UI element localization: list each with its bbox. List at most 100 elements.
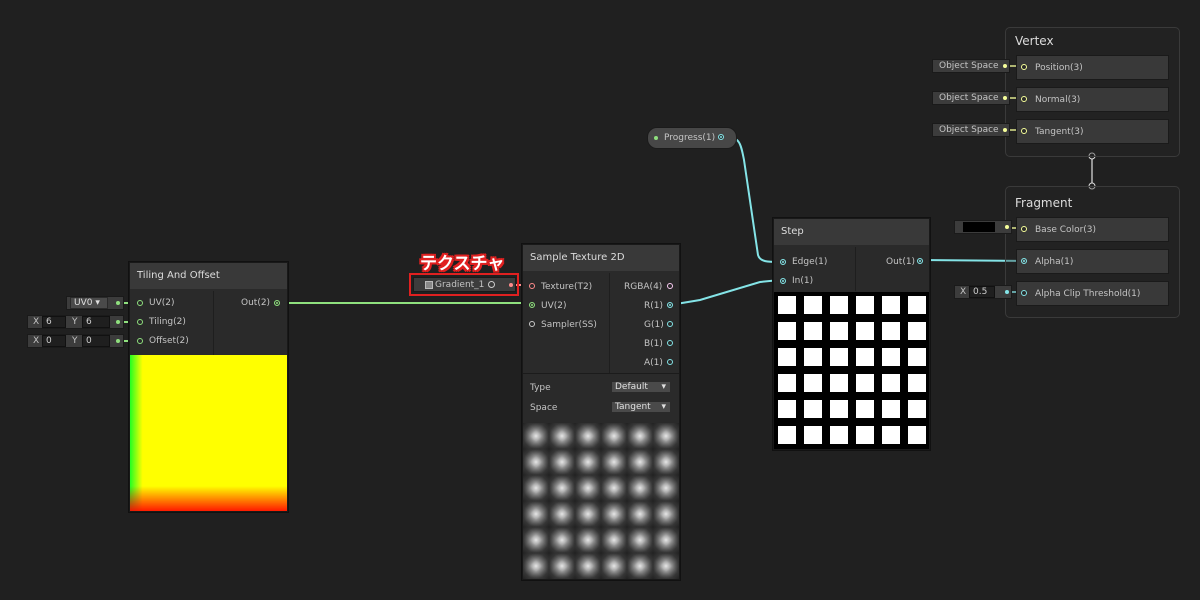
sample-g-port[interactable]	[667, 321, 673, 327]
vertex-normal-block[interactable]: Normal(3)	[1016, 87, 1169, 112]
sample-rgba-port[interactable]	[667, 283, 673, 289]
step-node-title: Step	[774, 219, 929, 245]
alphaclip-inline-dot	[1005, 290, 1009, 294]
tangent-inline-dot	[1003, 128, 1007, 132]
step-edge-label: Edge(1)	[792, 257, 828, 267]
progress-label: Progress(1)	[664, 133, 716, 143]
basecolor-swatch[interactable]	[963, 222, 995, 232]
progress-output-port[interactable]	[718, 134, 724, 140]
texture-field-value[interactable]: Gradient_1	[435, 280, 484, 290]
position-label: Position(3)	[1035, 63, 1083, 73]
step-in-port[interactable]	[780, 278, 786, 284]
sample-texture-2d-node[interactable]: Sample Texture 2D Texture(T2) UV(2) Samp…	[522, 244, 680, 580]
tiling-out-port[interactable]	[274, 300, 280, 306]
wire-r-to-in[interactable]	[669, 279, 781, 306]
sample-settings-divider	[523, 373, 679, 374]
vertex-tangent-block[interactable]: Tangent(3)	[1016, 119, 1169, 144]
step-out-label: Out(1)	[886, 257, 916, 267]
alphaclip-port[interactable]	[1021, 290, 1027, 296]
sample-r-port[interactable]	[667, 302, 673, 308]
tiling-out-label: Out(2)	[241, 298, 271, 308]
fragment-basecolor-block[interactable]: Base Color(3)	[1016, 217, 1169, 242]
tangent-port[interactable]	[1021, 128, 1027, 134]
step-out-port[interactable]	[917, 258, 923, 264]
sample-texture-port[interactable]	[529, 283, 535, 289]
tiling-preview	[130, 355, 287, 511]
position-space-inline: Object Space	[932, 59, 1010, 73]
tiling-uv-port[interactable]	[137, 300, 143, 306]
position-space-value[interactable]: Object Space	[939, 61, 999, 71]
tiling-and-offset-node[interactable]: Tiling And Offset UV(2) Tiling(2) Offset…	[129, 262, 288, 512]
sample-a-port[interactable]	[667, 359, 673, 365]
basecolor-label: Base Color(3)	[1035, 225, 1097, 235]
offset-inline: X 0 Y 0	[27, 334, 124, 348]
step-node[interactable]: Step Edge(1) In(1) Out(1)	[773, 218, 930, 450]
tiling-node-title: Tiling And Offset	[130, 263, 287, 289]
tangent-space-inline: Object Space	[932, 123, 1010, 137]
alpha-port[interactable]	[1021, 258, 1027, 264]
fragment-stack-title: Fragment	[1015, 196, 1073, 210]
normal-space-inline: Object Space	[932, 91, 1010, 105]
texture-picker-icon[interactable]	[488, 281, 495, 288]
tangent-label: Tangent(3)	[1035, 127, 1084, 137]
fragment-alphaclip-block[interactable]: Alpha Clip Threshold(1)	[1016, 281, 1169, 306]
texture-thumb-icon	[425, 281, 433, 289]
tiling-port-separator	[213, 291, 214, 355]
step-edge-port[interactable]	[780, 259, 786, 265]
sample-uv-port[interactable]	[529, 302, 535, 308]
offset-inline-dot	[116, 339, 120, 343]
sample-sampler-label: Sampler(SS)	[541, 320, 597, 330]
sample-r-label: R(1)	[644, 301, 664, 311]
basecolor-inline-dot	[1005, 225, 1009, 229]
sample-sampler-port[interactable]	[529, 321, 535, 327]
position-inline-dot	[1003, 64, 1007, 68]
tiling-y-field[interactable]: 6	[82, 316, 110, 328]
step-preview	[774, 292, 929, 449]
sample-a-label: A(1)	[644, 358, 663, 368]
position-port[interactable]	[1021, 64, 1027, 70]
normal-port[interactable]	[1021, 96, 1027, 102]
sample-b-port[interactable]	[667, 340, 673, 346]
tiling-inline-dot	[116, 320, 120, 324]
fragment-context-stack[interactable]: Fragment Base Color(3) Alpha(1) Alpha Cl…	[1005, 186, 1180, 318]
texture-inline: Gradient_1	[413, 277, 516, 292]
basecolor-inline	[954, 220, 1012, 234]
vertex-position-block[interactable]: Position(3)	[1016, 55, 1169, 80]
offset-y-field[interactable]: 0	[82, 335, 110, 347]
alpha-label: Alpha(1)	[1035, 257, 1074, 267]
alphaclip-inline: X 0.5	[954, 285, 1012, 299]
offset-x-field[interactable]: 0	[42, 335, 66, 347]
sample-preview	[523, 423, 679, 579]
sample-space-label: Space	[530, 403, 558, 413]
annotation-label: テクスチャ	[420, 254, 505, 274]
step-in-label: In(1)	[792, 276, 814, 286]
tangent-space-value[interactable]: Object Space	[939, 125, 999, 135]
sample-type-dropdown[interactable]: Default ▾	[611, 381, 671, 393]
space-chevron-down-icon: ▾	[661, 402, 666, 412]
uv-inline-dot	[116, 301, 120, 305]
tiling-offset-port[interactable]	[137, 338, 143, 344]
vertex-context-stack[interactable]: Vertex Position(3) Normal(3) Tangent(3)	[1005, 27, 1180, 157]
alphaclip-label: Alpha Clip Threshold(1)	[1035, 289, 1141, 299]
tiling-x-field[interactable]: 6	[42, 316, 66, 328]
sample-b-label: B(1)	[644, 339, 663, 349]
sample-uv-label: UV(2)	[541, 301, 567, 311]
alphaclip-value-field[interactable]: 0.5	[969, 286, 995, 298]
sample-rgba-label: RGBA(4)	[624, 282, 663, 292]
sample-type-label: Type	[530, 383, 551, 393]
tiling-tiling-port[interactable]	[137, 319, 143, 325]
offset-y-label: Y	[72, 336, 78, 346]
uv-channel-dropdown[interactable]: UV0 ▾	[70, 297, 108, 309]
step-port-separator	[855, 247, 856, 291]
sample-texture-label: Texture(T2)	[541, 282, 593, 292]
basecolor-port[interactable]	[1021, 226, 1027, 232]
tiling-y-label: Y	[72, 317, 78, 327]
progress-property-node[interactable]: Progress(1)	[647, 127, 737, 149]
alphaclip-x-label: X	[960, 287, 967, 297]
tiling-offset-label: Offset(2)	[149, 336, 189, 346]
sample-space-dropdown[interactable]: Tangent ▾	[611, 401, 671, 413]
tiling-inline: X 6 Y 6	[27, 315, 124, 329]
normal-space-value[interactable]: Object Space	[939, 93, 999, 103]
tiling-x-label: X	[33, 317, 40, 327]
fragment-alpha-block[interactable]: Alpha(1)	[1016, 249, 1169, 274]
